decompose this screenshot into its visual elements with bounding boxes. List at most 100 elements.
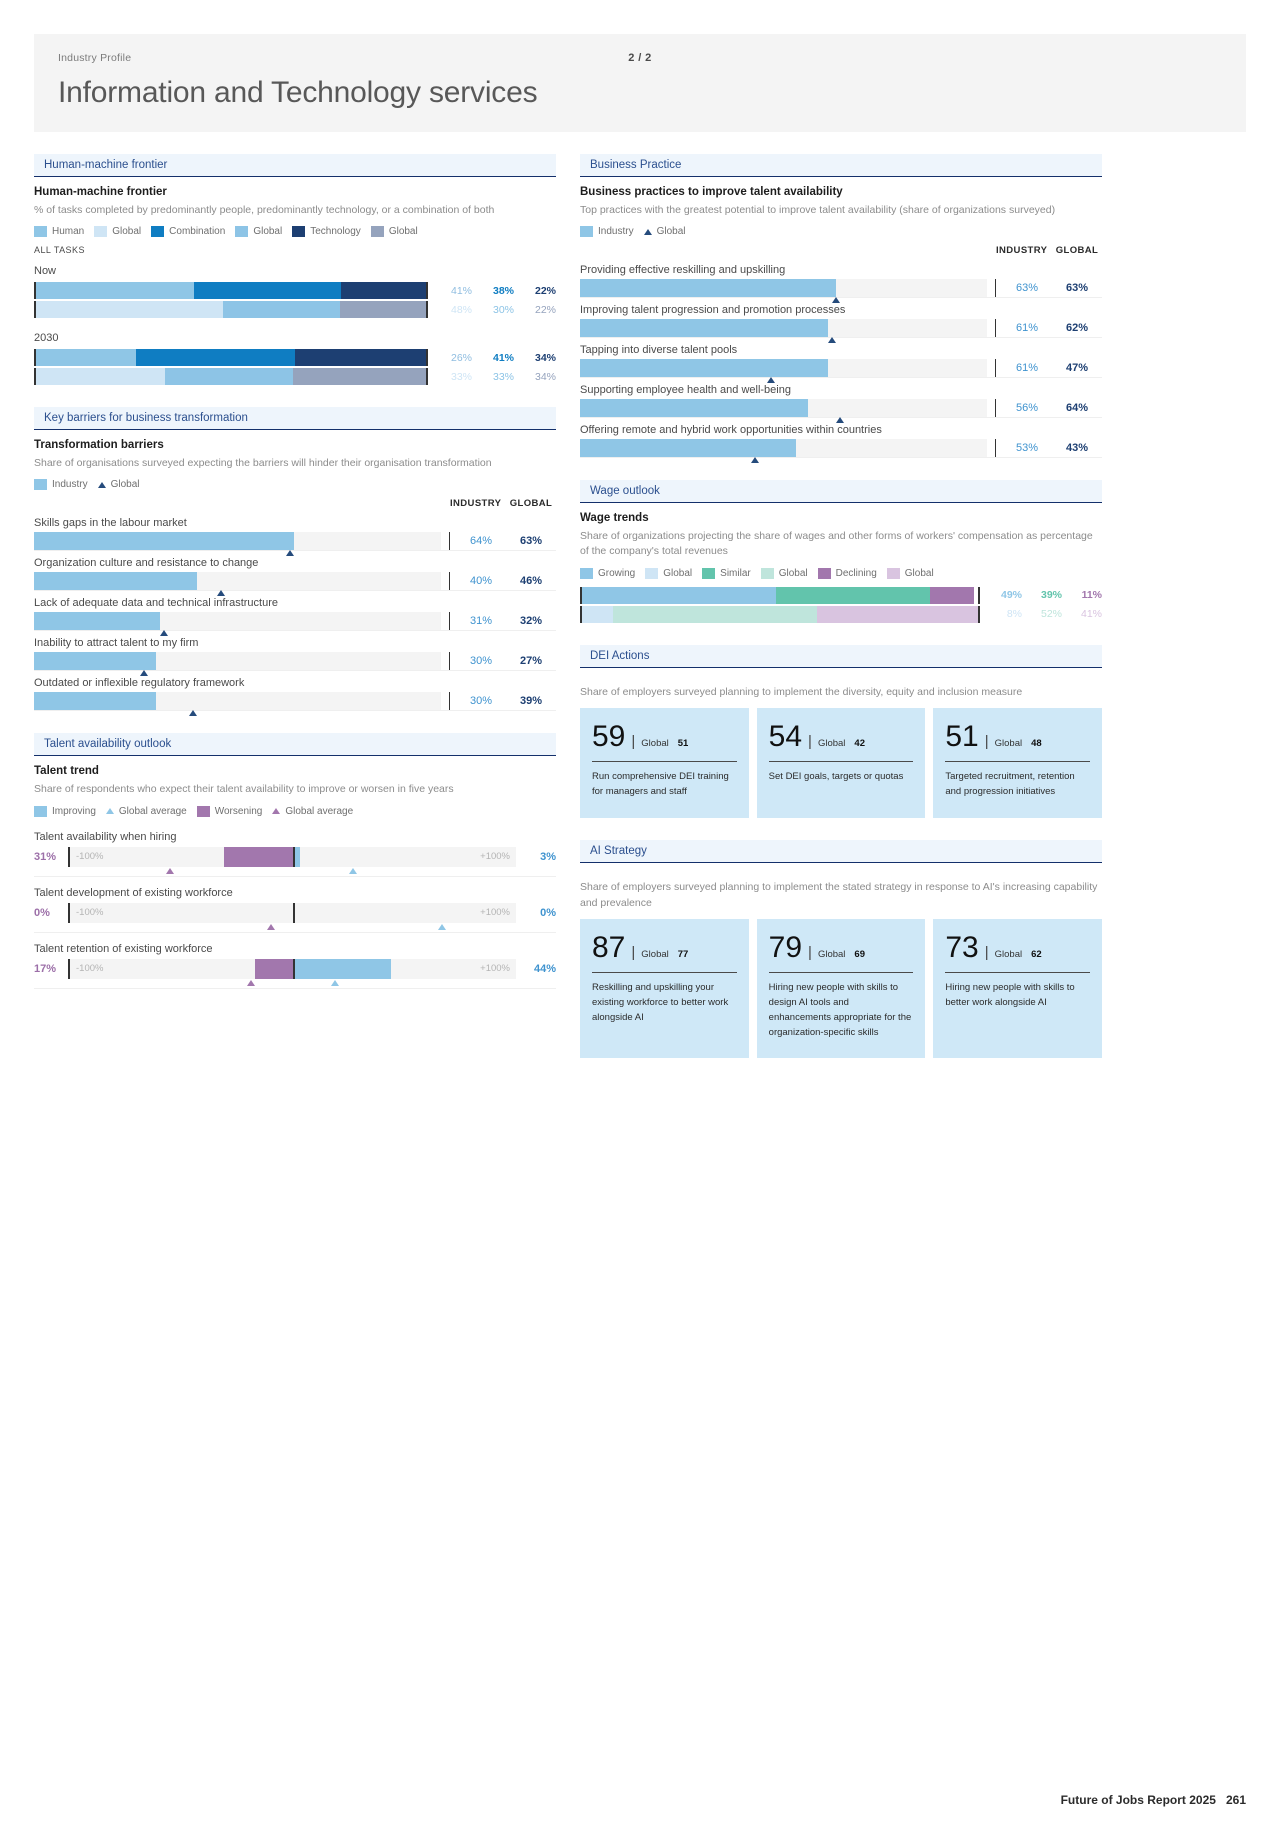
tab-wage-outlook[interactable]: Wage outlook xyxy=(580,480,1102,503)
axis-min-label: -100% xyxy=(76,906,104,918)
value-divider xyxy=(995,319,996,338)
legend-triangle-icon xyxy=(97,481,106,488)
bp-col-industry: INDUSTRY xyxy=(996,245,1048,257)
legend-label: Similar xyxy=(720,567,751,579)
tab-talent-outlook[interactable]: Talent availability outlook xyxy=(34,733,556,756)
hmf-value: 30% xyxy=(492,303,514,316)
bar-list-row: 30% 39% xyxy=(34,692,556,717)
legend-label: Worsening xyxy=(214,805,263,817)
global-marker-icon xyxy=(767,377,776,384)
dei-subtitle: Share of employers surveyed planning to … xyxy=(580,685,1023,698)
industry-value: 56% xyxy=(1015,402,1039,415)
bar-list-item: Outdated or inflexible regulatory framew… xyxy=(34,673,556,717)
bar-fill xyxy=(580,319,829,338)
talent-worsening-value: 0% xyxy=(34,906,50,919)
legend-label: Technology xyxy=(310,226,361,238)
bar-list-label: Improving talent progression and promoti… xyxy=(580,304,846,317)
stat-card-description: Run comprehensive DEI training for manag… xyxy=(592,771,729,798)
barriers-col-industry: INDUSTRY xyxy=(450,498,502,510)
stat-card-value: 51 xyxy=(945,720,979,754)
legend-swatch-icon xyxy=(760,567,774,579)
talent-legend: Improving Global average Worsening Global a… xyxy=(34,805,556,817)
hmf-stacked-bar xyxy=(34,282,428,300)
wage-value: 41% xyxy=(1080,608,1102,621)
hmf-group-label: 2030 xyxy=(34,332,59,345)
wage-bar-segment xyxy=(582,605,614,623)
legend-item: Improving xyxy=(34,805,96,817)
page-header: Industry Profile 2 / 2 Information and T… xyxy=(34,34,1246,132)
wage-bar-segment xyxy=(613,605,818,623)
stat-card-global-value: 69 xyxy=(854,949,865,961)
bar-list-item: Offering remote and hybrid work opportun… xyxy=(580,420,1102,464)
industry-value: 31% xyxy=(469,615,493,628)
global-value: 39% xyxy=(519,695,543,708)
bar-track xyxy=(580,279,987,304)
wage-values: 8% 52% 41% xyxy=(988,608,1102,620)
stat-card-global-label: Global xyxy=(817,949,846,961)
talent-bar-row: 17% -100% +100% 44% xyxy=(34,958,556,986)
hmf-legend: Human Global Combination Global Technology Gl… xyxy=(34,226,556,238)
stat-card-value: 54 xyxy=(768,720,803,754)
legend-item: Global xyxy=(97,479,139,490)
footer-page-number: 261 xyxy=(1225,1793,1246,1807)
hmf-value: 22% xyxy=(534,284,556,297)
bar-track xyxy=(34,692,441,717)
legend-swatch-icon xyxy=(34,479,47,491)
legend-item: Global xyxy=(760,567,808,579)
hmf-bar-segment xyxy=(294,349,426,367)
wage-title: Wage trends xyxy=(580,512,649,525)
hmf-value: 41% xyxy=(450,284,472,297)
tab-business-practice[interactable]: Business Practice xyxy=(580,154,1102,176)
hmf-value: 34% xyxy=(534,370,556,383)
tab-dei-actions[interactable]: DEI Actions xyxy=(580,644,1102,667)
wage-value: 11% xyxy=(1081,589,1102,602)
global-value: 27% xyxy=(519,655,543,668)
bar-track xyxy=(580,439,987,464)
talent-improving-value: 44% xyxy=(533,962,556,975)
legend-item: Declining xyxy=(817,567,877,579)
bar-list-item: Lack of adequate data and technical infr… xyxy=(34,593,556,637)
industry-value: 63% xyxy=(1015,282,1039,295)
wage-chart: 49% 39% 11% 8% 52% 41% xyxy=(580,586,1102,623)
barriers-subtitle: Share of organisations surveyed expectin… xyxy=(34,457,492,470)
bar-fill xyxy=(580,399,808,418)
wage-stacked-bar xyxy=(580,605,980,623)
stat-card-value: 73 xyxy=(945,931,979,965)
hmf-bar-row: 41% 38% 22% xyxy=(34,282,556,300)
stat-card: 79 | Global 69 Hiring new people with skills… xyxy=(756,919,926,1059)
tab-key-barriers[interactable]: Key barriers for business transformation xyxy=(34,407,556,430)
zero-axis-line xyxy=(293,902,295,923)
tab-ai-strategy[interactable]: AI Strategy xyxy=(580,839,1102,862)
content-columns: Human-machine frontier Human-machine fro… xyxy=(34,154,1246,1080)
stat-card-header: 73 | Global 62 xyxy=(945,933,1090,963)
stat-card: 51 | Global 48 Targeted recruitment, retenti… xyxy=(933,708,1103,818)
hmf-values: 48% 30% 22% xyxy=(436,304,556,316)
bp-list: Providing effective reskilling and upski… xyxy=(580,260,1102,464)
bar-fill xyxy=(34,572,197,591)
bar-fill xyxy=(34,532,295,551)
wage-subtitle: Share of organizations projecting the sh… xyxy=(580,530,1093,558)
hmf-bar-segment xyxy=(223,301,341,319)
tab-human-machine-frontier[interactable]: Human-machine frontier xyxy=(34,154,556,176)
bar-track xyxy=(34,612,441,637)
hmf-values: 41% 38% 22% xyxy=(436,285,556,297)
bar-list-item: Inability to attract talent to my firm 30… xyxy=(34,633,556,677)
stat-card-divider xyxy=(592,972,737,974)
legend-item: Growing xyxy=(580,567,635,579)
bar-list-row: 61% 62% xyxy=(580,319,1102,344)
wage-bar-segment xyxy=(582,586,777,604)
talent-row-label: Talent retention of existing workforce xyxy=(34,942,213,955)
legend-swatch-icon xyxy=(580,226,593,238)
wage-value: 49% xyxy=(1000,589,1022,602)
barriers-title: Transformation barriers xyxy=(34,439,164,452)
talent-chart: Talent availability when hiring 31% -100% +… xyxy=(34,825,556,989)
left-column: Human-machine frontier Human-machine fro… xyxy=(34,154,556,1080)
global-marker-icon xyxy=(139,670,148,677)
stat-card-description: Hiring new people with skills to design … xyxy=(768,982,912,1038)
legend-swatch-icon xyxy=(886,567,900,579)
wage-stacked-bar xyxy=(580,586,980,604)
stat-card-description: Targeted recruitment, retention and prog… xyxy=(945,771,1075,798)
hmf-value: 38% xyxy=(492,284,514,297)
global-average-improving-marker-icon xyxy=(438,923,447,930)
zero-axis-line xyxy=(293,846,295,867)
